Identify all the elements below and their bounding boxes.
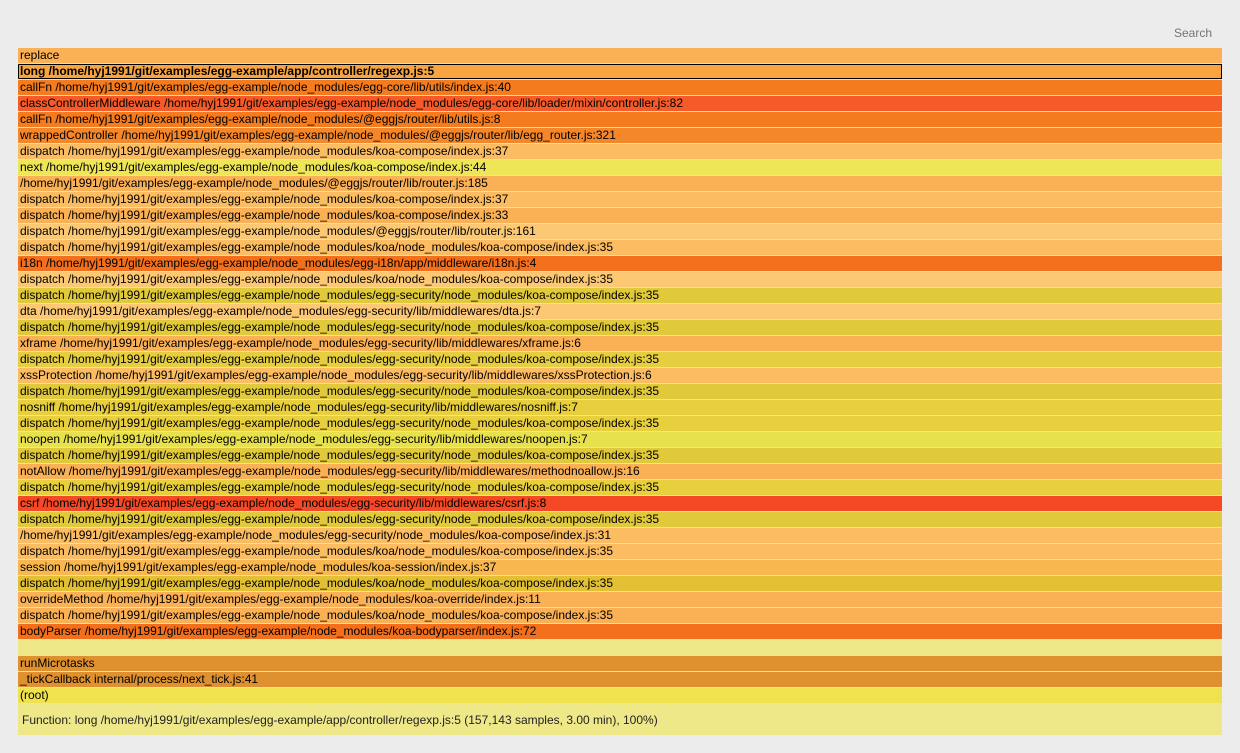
flame-row: classControllerMiddleware /home/hyj1991/…	[18, 96, 1222, 111]
flame-frame[interactable]: dispatch /home/hyj1991/git/examples/egg-…	[18, 448, 1222, 463]
flame-row: long /home/hyj1991/git/examples/egg-exam…	[18, 64, 1222, 79]
flame-row: replace	[18, 48, 1222, 63]
flame-row	[18, 640, 1222, 655]
flame-frame[interactable]: runMicrotasks	[18, 656, 1222, 671]
flame-row: noopen /home/hyj1991/git/examples/egg-ex…	[18, 432, 1222, 447]
flame-row: dispatch /home/hyj1991/git/examples/egg-…	[18, 544, 1222, 559]
flame-frame[interactable]: csrf /home/hyj1991/git/examples/egg-exam…	[18, 496, 1222, 511]
flame-frame[interactable]: dispatch /home/hyj1991/git/examples/egg-…	[18, 544, 1222, 559]
flame-frame[interactable]: xframe /home/hyj1991/git/examples/egg-ex…	[18, 336, 1222, 351]
flame-row: dispatch /home/hyj1991/git/examples/egg-…	[18, 608, 1222, 623]
flame-row: dispatch /home/hyj1991/git/examples/egg-…	[18, 480, 1222, 495]
flame-row: i18n /home/hyj1991/git/examples/egg-exam…	[18, 256, 1222, 271]
flame-frame[interactable]: dispatch /home/hyj1991/git/examples/egg-…	[18, 208, 1222, 223]
flame-frame[interactable]: dispatch /home/hyj1991/git/examples/egg-…	[18, 384, 1222, 399]
flame-frame[interactable]: dispatch /home/hyj1991/git/examples/egg-…	[18, 608, 1222, 623]
flame-row: dispatch /home/hyj1991/git/examples/egg-…	[18, 208, 1222, 223]
flame-row: bodyParser /home/hyj1991/git/examples/eg…	[18, 624, 1222, 639]
flame-frame[interactable]: session /home/hyj1991/git/examples/egg-e…	[18, 560, 1222, 575]
flame-row: nosniff /home/hyj1991/git/examples/egg-e…	[18, 400, 1222, 415]
flame-row: dta /home/hyj1991/git/examples/egg-examp…	[18, 304, 1222, 319]
flame-row: dispatch /home/hyj1991/git/examples/egg-…	[18, 288, 1222, 303]
flame-frame[interactable]: notAllow /home/hyj1991/git/examples/egg-…	[18, 464, 1222, 479]
flame-stack: replacelong /home/hyj1991/git/examples/e…	[18, 48, 1222, 703]
flame-row: callFn /home/hyj1991/git/examples/egg-ex…	[18, 80, 1222, 95]
flame-row: runMicrotasks	[18, 656, 1222, 671]
flame-row: /home/hyj1991/git/examples/egg-example/n…	[18, 176, 1222, 191]
flame-frame[interactable]: dispatch /home/hyj1991/git/examples/egg-…	[18, 512, 1222, 527]
flame-frame[interactable]: xssProtection /home/hyj1991/git/examples…	[18, 368, 1222, 383]
flame-frame[interactable]: dispatch /home/hyj1991/git/examples/egg-…	[18, 480, 1222, 495]
flame-frame[interactable]: dispatch /home/hyj1991/git/examples/egg-…	[18, 192, 1222, 207]
flame-frame[interactable]: wrappedController /home/hyj1991/git/exam…	[18, 128, 1222, 143]
flame-row: (root)	[18, 688, 1222, 703]
flame-frame[interactable]: nosniff /home/hyj1991/git/examples/egg-e…	[18, 400, 1222, 415]
flame-frame[interactable]: long /home/hyj1991/git/examples/egg-exam…	[18, 64, 1222, 79]
flame-row: notAllow /home/hyj1991/git/examples/egg-…	[18, 464, 1222, 479]
flame-row: dispatch /home/hyj1991/git/examples/egg-…	[18, 272, 1222, 287]
flame-row: callFn /home/hyj1991/git/examples/egg-ex…	[18, 112, 1222, 127]
flame-frame[interactable]: dispatch /home/hyj1991/git/examples/egg-…	[18, 416, 1222, 431]
flame-frame[interactable]: dispatch /home/hyj1991/git/examples/egg-…	[18, 144, 1222, 159]
flame-frame[interactable]: dispatch /home/hyj1991/git/examples/egg-…	[18, 576, 1222, 591]
flame-frame[interactable]: replace	[18, 48, 1222, 63]
flame-frame[interactable]: callFn /home/hyj1991/git/examples/egg-ex…	[18, 112, 1222, 127]
flame-row: wrappedController /home/hyj1991/git/exam…	[18, 128, 1222, 143]
flame-row: /home/hyj1991/git/examples/egg-example/n…	[18, 528, 1222, 543]
flame-frame[interactable]: dispatch /home/hyj1991/git/examples/egg-…	[18, 320, 1222, 335]
flame-row: dispatch /home/hyj1991/git/examples/egg-…	[18, 416, 1222, 431]
flame-row: xframe /home/hyj1991/git/examples/egg-ex…	[18, 336, 1222, 351]
function-detail: Function: long /home/hyj1991/git/example…	[18, 703, 1222, 735]
flame-frame[interactable]: bodyParser /home/hyj1991/git/examples/eg…	[18, 624, 1222, 639]
flame-row: session /home/hyj1991/git/examples/egg-e…	[18, 560, 1222, 575]
flame-frame[interactable]: dispatch /home/hyj1991/git/examples/egg-…	[18, 240, 1222, 255]
flame-row: dispatch /home/hyj1991/git/examples/egg-…	[18, 448, 1222, 463]
flame-frame[interactable]: classControllerMiddleware /home/hyj1991/…	[18, 96, 1222, 111]
flame-row: next /home/hyj1991/git/examples/egg-exam…	[18, 160, 1222, 175]
toolbar	[18, 18, 1222, 48]
flame-row: dispatch /home/hyj1991/git/examples/egg-…	[18, 320, 1222, 335]
flame-frame[interactable]: _tickCallback internal/process/next_tick…	[18, 672, 1222, 687]
flame-row: dispatch /home/hyj1991/git/examples/egg-…	[18, 512, 1222, 527]
search-input[interactable]	[1134, 25, 1214, 41]
flame-row: _tickCallback internal/process/next_tick…	[18, 672, 1222, 687]
flame-row: dispatch /home/hyj1991/git/examples/egg-…	[18, 352, 1222, 367]
flame-frame[interactable]: /home/hyj1991/git/examples/egg-example/n…	[18, 528, 1222, 543]
flame-frame[interactable]: dispatch /home/hyj1991/git/examples/egg-…	[18, 352, 1222, 367]
flame-frame[interactable]: dta /home/hyj1991/git/examples/egg-examp…	[18, 304, 1222, 319]
flame-frame[interactable]: overrideMethod /home/hyj1991/git/example…	[18, 592, 1222, 607]
flame-frame[interactable]: dispatch /home/hyj1991/git/examples/egg-…	[18, 288, 1222, 303]
flame-row: dispatch /home/hyj1991/git/examples/egg-…	[18, 240, 1222, 255]
flame-row: xssProtection /home/hyj1991/git/examples…	[18, 368, 1222, 383]
flame-frame[interactable]: next /home/hyj1991/git/examples/egg-exam…	[18, 160, 1222, 175]
flame-row: dispatch /home/hyj1991/git/examples/egg-…	[18, 576, 1222, 591]
flame-frame[interactable]: /home/hyj1991/git/examples/egg-example/n…	[18, 176, 1222, 191]
flame-row: csrf /home/hyj1991/git/examples/egg-exam…	[18, 496, 1222, 511]
flame-frame[interactable]: noopen /home/hyj1991/git/examples/egg-ex…	[18, 432, 1222, 447]
flame-row: dispatch /home/hyj1991/git/examples/egg-…	[18, 224, 1222, 239]
flame-frame[interactable]: callFn /home/hyj1991/git/examples/egg-ex…	[18, 80, 1222, 95]
flame-row: dispatch /home/hyj1991/git/examples/egg-…	[18, 144, 1222, 159]
flame-frame[interactable]: dispatch /home/hyj1991/git/examples/egg-…	[18, 272, 1222, 287]
flame-frame[interactable]: dispatch /home/hyj1991/git/examples/egg-…	[18, 224, 1222, 239]
flame-row: dispatch /home/hyj1991/git/examples/egg-…	[18, 384, 1222, 399]
flame-frame[interactable]: i18n /home/hyj1991/git/examples/egg-exam…	[18, 256, 1222, 271]
flame-frame[interactable]: (root)	[18, 688, 1222, 703]
flame-graph: replacelong /home/hyj1991/git/examples/e…	[18, 48, 1222, 735]
flame-row: dispatch /home/hyj1991/git/examples/egg-…	[18, 192, 1222, 207]
flame-row: overrideMethod /home/hyj1991/git/example…	[18, 592, 1222, 607]
